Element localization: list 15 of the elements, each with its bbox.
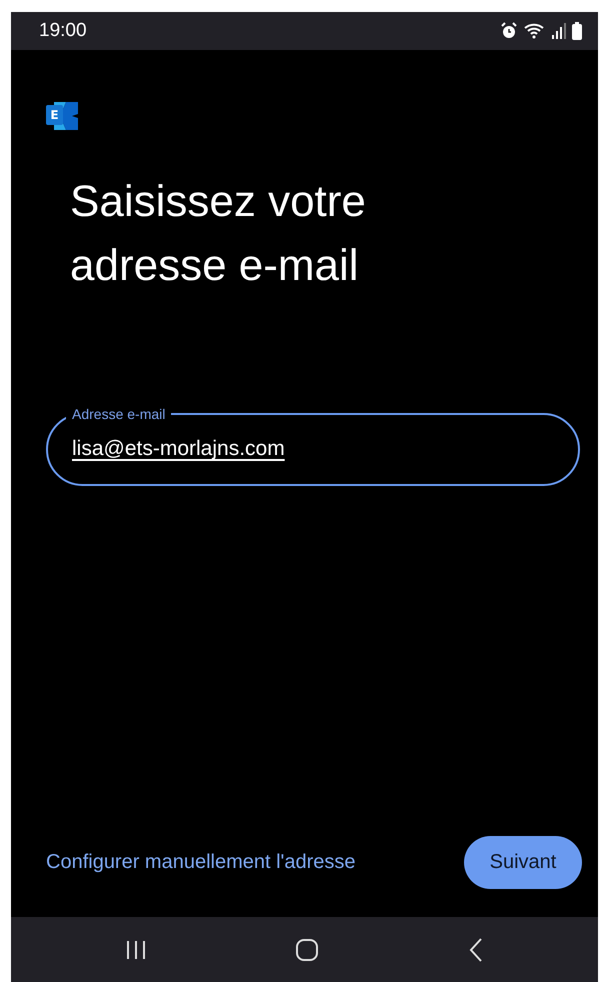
wifi-icon: [524, 22, 546, 40]
app-logo: E: [46, 100, 80, 132]
status-time: 19:00: [39, 20, 87, 42]
email-field[interactable]: Adresse e-mail lisa@ets-morlajns.com: [46, 406, 580, 486]
email-input[interactable]: lisa@ets-morlajns.com: [72, 436, 554, 462]
signal-icon: [552, 23, 566, 39]
battery-icon: [572, 22, 582, 40]
manual-setup-link[interactable]: Configurer manuellement l'adresse: [46, 851, 356, 874]
next-button[interactable]: Suivant: [464, 836, 582, 889]
alarm-icon: [500, 22, 518, 40]
back-icon[interactable]: [468, 936, 484, 962]
page-title: Saisissez votre adresse e-mail: [70, 176, 367, 292]
home-icon[interactable]: [295, 938, 320, 962]
recent-apps-icon[interactable]: [125, 938, 148, 960]
field-label: Adresse e-mail: [71, 406, 166, 422]
